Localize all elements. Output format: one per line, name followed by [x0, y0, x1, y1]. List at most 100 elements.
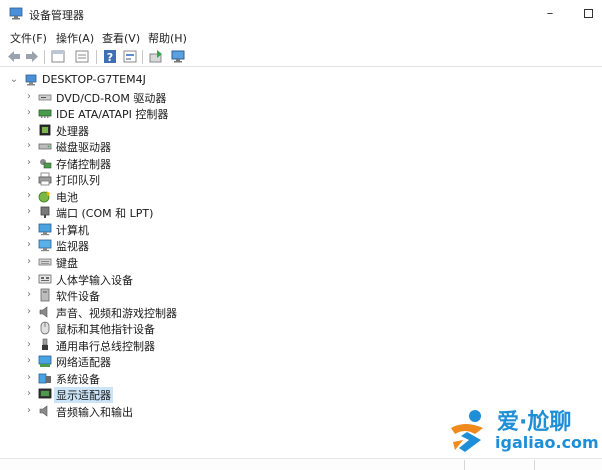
tree-item-label: 音频输入和输出	[56, 405, 133, 419]
tree-item[interactable]: › 通用串行总线控制器	[0, 337, 300, 353]
watermark-domain: igaliao.com	[495, 433, 599, 452]
list-view-icon[interactable]	[74, 49, 90, 64]
tree-item-label: 通用串行总线控制器	[56, 339, 155, 353]
tree-item[interactable]: › 键盘	[0, 254, 300, 270]
chevron-right-icon[interactable]: ›	[24, 138, 34, 154]
tree-item-label: 打印队列	[56, 174, 100, 188]
chevron-right-icon[interactable]: ›	[24, 122, 34, 138]
scan-hardware-icon[interactable]	[170, 49, 186, 64]
battery-icon	[38, 190, 50, 203]
speaker-icon	[39, 306, 48, 318]
status-bar	[0, 458, 602, 470]
chevron-right-icon[interactable]: ›	[24, 188, 34, 204]
chevron-right-icon[interactable]: ›	[24, 237, 34, 253]
tree-item-label: 计算机	[56, 223, 89, 237]
tree-item[interactable]: › DVD/CD-ROM 驱动器	[0, 89, 300, 105]
tree-item-label: 键盘	[56, 257, 78, 270]
disk-drive-icon	[38, 143, 52, 150]
svg-text:?: ?	[107, 51, 113, 64]
tree-item-label: 电池	[56, 190, 78, 204]
tree-item-label: 软件设备	[56, 290, 100, 304]
tree-root[interactable]: ⌄ DESKTOP-G7TEM4J	[0, 72, 300, 88]
chevron-right-icon[interactable]: ›	[24, 254, 34, 270]
chevron-right-icon[interactable]: ›	[24, 155, 34, 171]
chevron-right-icon[interactable]: ›	[24, 171, 34, 187]
tree-item[interactable]: › 声音、视频和游戏控制器	[0, 304, 300, 320]
audio-io-icon	[39, 405, 48, 417]
tree-item-label: 磁盘驱动器	[56, 141, 111, 155]
tree-item-label: 监视器	[56, 240, 89, 254]
tree-item[interactable]: › 存储控制器	[0, 155, 300, 171]
tree-item[interactable]: › 处理器	[0, 122, 300, 138]
menu-help[interactable]: 帮助(H)	[148, 30, 187, 46]
menu-view[interactable]: 查看(V)	[102, 30, 140, 46]
chevron-right-icon[interactable]: ›	[24, 287, 34, 303]
tree-item-label: 存储控制器	[56, 157, 111, 171]
chevron-right-icon[interactable]: ›	[24, 353, 34, 369]
watermark-brand: 爱·尬聊	[497, 410, 572, 435]
tree-item[interactable]: › 磁盘驱动器	[0, 138, 300, 154]
chevron-right-icon[interactable]: ›	[24, 403, 34, 419]
computer-icon	[38, 223, 52, 236]
chevron-right-icon[interactable]: ›	[24, 370, 34, 386]
update-driver-icon[interactable]	[148, 49, 164, 64]
usb-icon	[42, 338, 48, 350]
tree-item[interactable]: › 计算机	[0, 221, 300, 237]
tree-item[interactable]: › 音频输入和输出	[0, 403, 300, 419]
system-device-icon	[38, 373, 51, 384]
tree-item-label: 处理器	[56, 124, 89, 138]
dvd-drive-icon	[38, 94, 52, 100]
tree-item-label: 网络适配器	[56, 356, 111, 370]
menu-action[interactable]: 操作(A)	[56, 30, 94, 46]
menu-bar: 文件(F) 操作(A) 查看(V) 帮助(H)	[0, 28, 602, 46]
tree-root-label: DESKTOP-G7TEM4J	[42, 73, 146, 86]
tree-item[interactable]: › 监视器	[0, 237, 300, 253]
minimize-button[interactable]: –	[540, 5, 560, 23]
hid-icon	[38, 274, 52, 283]
properties-window-icon[interactable]	[50, 49, 66, 64]
chevron-right-icon[interactable]: ›	[24, 105, 34, 121]
storage-controller-icon	[40, 158, 52, 168]
tree-item[interactable]: › 人体学输入设备	[0, 271, 300, 287]
tree-item[interactable]: › 显示适配器	[0, 386, 300, 404]
device-tree: ⌄ DESKTOP-G7TEM4J › DVD/CD-ROM 驱动器 › IDE AT…	[0, 70, 602, 458]
computer-root-icon	[25, 74, 37, 86]
status-divider	[464, 460, 465, 470]
chevron-down-icon[interactable]: ⌄	[9, 72, 19, 88]
ide-controller-icon	[38, 109, 52, 119]
tree-item[interactable]: › 系统设备	[0, 370, 300, 386]
tree-item-label: 系统设备	[56, 372, 100, 386]
watermark: 爱·尬聊 igaliao.com	[445, 402, 602, 458]
device-properties-icon[interactable]	[122, 49, 138, 64]
tree-item[interactable]: › IDE ATA/ATAPI 控制器	[0, 105, 300, 121]
software-device-icon	[40, 288, 50, 302]
chevron-right-icon[interactable]: ›	[24, 271, 34, 287]
tree-item[interactable]: › 网络适配器	[0, 353, 300, 369]
network-adapter-icon	[38, 355, 52, 368]
window-title: 设备管理器	[29, 9, 84, 22]
chevron-right-icon[interactable]: ›	[24, 304, 34, 320]
tree-item[interactable]: › 鼠标和其他指针设备	[0, 320, 300, 336]
back-arrow-icon[interactable]	[6, 49, 22, 64]
chevron-right-icon[interactable]: ›	[24, 204, 34, 220]
tree-item-label: 鼠标和其他指针设备	[56, 323, 155, 337]
chevron-right-icon[interactable]: ›	[24, 89, 34, 105]
tree-item-label: 显示适配器	[54, 387, 113, 404]
chevron-right-icon[interactable]: ›	[24, 386, 34, 402]
tree-item[interactable]: › 打印队列	[0, 171, 300, 187]
watermark-logo-icon	[451, 410, 483, 452]
forward-arrow-icon[interactable]	[24, 49, 40, 64]
tree-item[interactable]: › 电池	[0, 188, 300, 204]
toolbar: ?	[0, 47, 602, 67]
tree-item[interactable]: › 软件设备	[0, 287, 300, 303]
chevron-right-icon[interactable]: ›	[24, 221, 34, 237]
help-icon[interactable]: ?	[102, 49, 118, 64]
chevron-right-icon[interactable]: ›	[24, 320, 34, 336]
menu-file[interactable]: 文件(F)	[10, 30, 47, 46]
tree-item-label: DVD/CD-ROM 驱动器	[56, 91, 167, 105]
chevron-right-icon[interactable]: ›	[24, 337, 34, 353]
processor-icon	[39, 124, 51, 135]
toolbar-separator	[44, 50, 45, 64]
maximize-button[interactable]	[578, 5, 598, 23]
tree-item[interactable]: › 端口 (COM 和 LPT)	[0, 204, 300, 220]
